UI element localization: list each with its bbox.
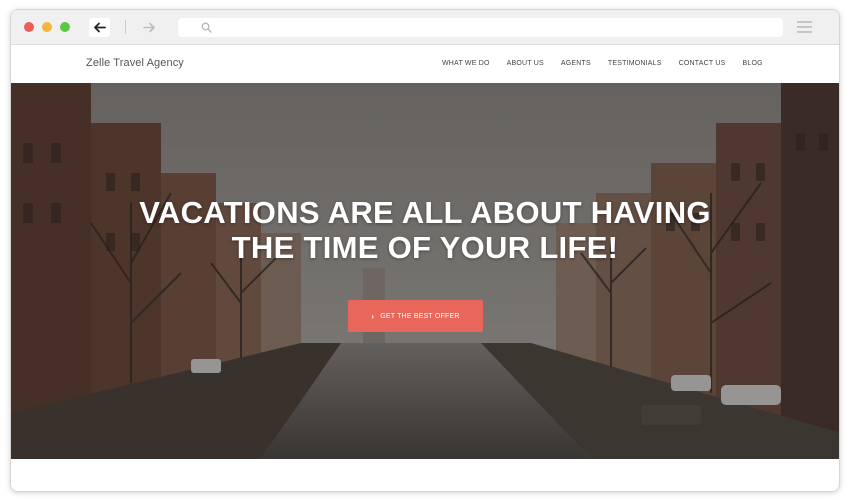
back-button[interactable] xyxy=(89,18,110,37)
hero-headline-line-2: THE TIME OF YOUR LIFE! xyxy=(231,230,619,265)
toolbar-separator xyxy=(125,20,126,34)
address-bar[interactable] xyxy=(178,18,783,37)
nav-item-testimonials[interactable]: TESTIMONIALS xyxy=(608,60,662,67)
get-best-offer-button[interactable]: › GET THE BEST OFFER xyxy=(348,300,483,332)
hero-section: VACATIONS ARE ALL ABOUT HAVING THE TIME … xyxy=(11,83,839,459)
arrow-left-icon xyxy=(94,22,106,33)
page-below-hero xyxy=(11,459,839,491)
hero-headline-line-1: VACATIONS ARE ALL ABOUT HAVING xyxy=(139,195,711,230)
nav-item-blog[interactable]: BLOG xyxy=(743,60,763,67)
nav-item-contact-us[interactable]: CONTACT US xyxy=(679,60,726,67)
hero-headline: VACATIONS ARE ALL ABOUT HAVING THE TIME … xyxy=(11,195,839,265)
nav-item-about-us[interactable]: ABOUT US xyxy=(507,60,544,67)
site-nav: WHAT WE DO ABOUT US AGENTS TESTIMONIALS … xyxy=(442,60,780,67)
search-icon xyxy=(201,22,212,33)
site-brand[interactable]: Zelle Travel Agency xyxy=(86,57,184,69)
minimize-window-button[interactable] xyxy=(42,22,52,32)
browser-titlebar xyxy=(11,10,839,45)
arrow-right-icon xyxy=(143,22,155,33)
forward-button[interactable] xyxy=(139,18,160,37)
chevron-right-icon: › xyxy=(371,311,375,321)
hero-overlay xyxy=(11,83,839,459)
close-window-button[interactable] xyxy=(24,22,34,32)
nav-item-what-we-do[interactable]: WHAT WE DO xyxy=(442,60,490,67)
maximize-window-button[interactable] xyxy=(60,22,70,32)
browser-window: Zelle Travel Agency WHAT WE DO ABOUT US … xyxy=(10,9,840,492)
site-header: Zelle Travel Agency WHAT WE DO ABOUT US … xyxy=(11,46,839,83)
nav-item-agents[interactable]: AGENTS xyxy=(561,60,591,67)
cta-label: GET THE BEST OFFER xyxy=(380,312,460,320)
hamburger-icon[interactable] xyxy=(797,21,812,34)
